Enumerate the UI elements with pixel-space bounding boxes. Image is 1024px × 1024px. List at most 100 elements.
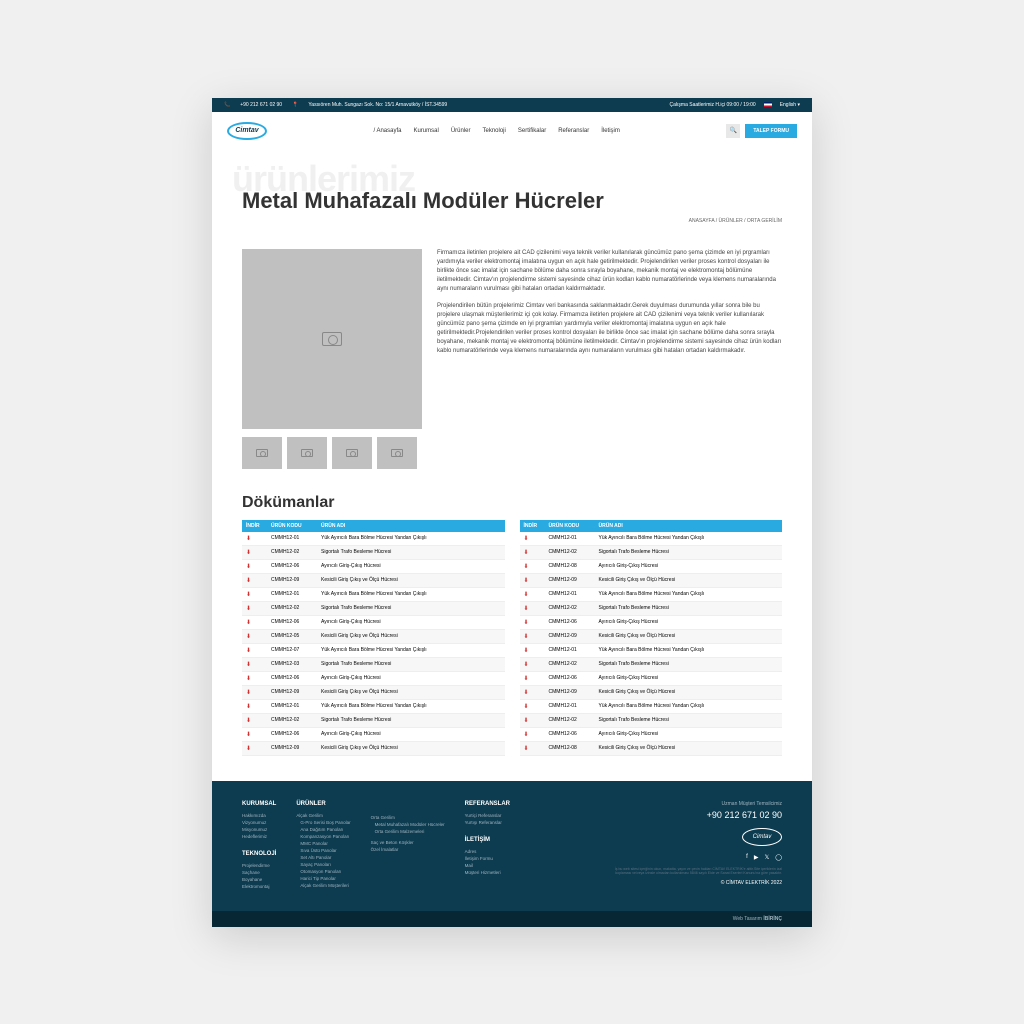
web-by-name[interactable]: İBİRİNÇ: [763, 916, 782, 922]
logo[interactable]: Cimtav: [227, 122, 267, 140]
footer-link[interactable]: Hedeflerimiz: [242, 834, 276, 839]
pdf-download[interactable]: ⬇: [520, 574, 545, 587]
footer-link[interactable]: Ana Dağıtım Panoları: [300, 827, 350, 832]
pdf-download[interactable]: ⬇: [242, 532, 267, 545]
pdf-download[interactable]: ⬇: [520, 686, 545, 699]
pdf-download[interactable]: ⬇: [242, 546, 267, 559]
pdf-download[interactable]: ⬇: [242, 686, 267, 699]
main-image[interactable]: [242, 249, 422, 429]
nav-sertifikalar[interactable]: Sertifikalar: [518, 128, 546, 134]
pdf-download[interactable]: ⬇: [242, 588, 267, 601]
footer-link[interactable]: Saçhane: [242, 870, 276, 875]
pdf-download[interactable]: ⬇: [520, 560, 545, 573]
footer-link[interactable]: Elektromontaj: [242, 884, 276, 889]
product-code: CMMH12-01: [545, 644, 595, 657]
nav-teknoloji[interactable]: Teknoloji: [483, 128, 506, 134]
pdf-download[interactable]: ⬇: [242, 630, 267, 643]
nav-referanslar[interactable]: Referanslar: [558, 128, 589, 134]
footer-link[interactable]: Yurtışı Referanslar: [465, 820, 510, 825]
nav-iletisim[interactable]: İletişim: [601, 128, 620, 134]
footer-link[interactable]: Saç ve Beton Köşkler: [371, 840, 445, 845]
pdf-download[interactable]: ⬇: [242, 658, 267, 671]
pdf-download[interactable]: ⬇: [242, 616, 267, 629]
pdf-download[interactable]: ⬇: [520, 644, 545, 657]
pdf-download[interactable]: ⬇: [242, 672, 267, 685]
pdf-download[interactable]: ⬇: [242, 602, 267, 615]
footer-link[interactable]: Adres: [465, 849, 510, 854]
pdf-download[interactable]: ⬇: [520, 742, 545, 755]
product-code: CMMH12-02: [545, 714, 595, 727]
thumb-1[interactable]: [242, 437, 282, 469]
pdf-icon: ⬇: [524, 662, 529, 668]
pdf-download[interactable]: ⬇: [520, 602, 545, 615]
footer-link[interactable]: Otomasyon Panoları: [300, 869, 350, 874]
footer-link[interactable]: Projelendirme: [242, 863, 276, 868]
footer-link[interactable]: G-Pro Serisi Boş Panolar: [300, 820, 350, 825]
footer-link[interactable]: Mail: [465, 863, 510, 868]
footer-h-urunler: ÜRÜNLER: [296, 801, 350, 807]
pdf-download[interactable]: ⬇: [520, 672, 545, 685]
footer-link[interactable]: Sayaç Panoları: [300, 862, 350, 867]
footer-link[interactable]: Metal Muhafazalı Modüler Hücreler: [375, 822, 445, 827]
footer-link[interactable]: Vizyonumuz: [242, 820, 276, 825]
talep-formu-button[interactable]: TALEP FORMU: [745, 124, 797, 138]
pdf-download[interactable]: ⬇: [520, 714, 545, 727]
pdf-download[interactable]: ⬇: [242, 574, 267, 587]
footer-link[interactable]: Alçak Gerilim Müşterileri: [300, 883, 350, 888]
pdf-download[interactable]: ⬇: [520, 700, 545, 713]
nav-kurumsal[interactable]: Kurumsal: [413, 128, 438, 134]
pdf-download[interactable]: ⬇: [242, 714, 267, 727]
footer-link[interactable]: Harici Tip Panolar: [300, 876, 350, 881]
search-button[interactable]: 🔍: [726, 124, 740, 138]
footer-link[interactable]: İletişim Formu: [465, 856, 510, 861]
pdf-download[interactable]: ⬇: [520, 532, 545, 545]
footer-link[interactable]: Alçak Gerilim: [296, 813, 350, 818]
main-nav: / Anasayfa Kurumsal Ürünler Teknoloji Se…: [373, 128, 619, 134]
footer-link[interactable]: Sıva Üstü Panolar: [300, 848, 350, 853]
nav-urunler[interactable]: Ürünler: [451, 128, 471, 134]
thumb-2[interactable]: [287, 437, 327, 469]
pdf-download[interactable]: ⬇: [520, 616, 545, 629]
product-name: Kesicili Giriş Çıkış ve Ölçü Hücresi: [595, 630, 783, 643]
product-code: CMMH12-07: [267, 644, 317, 657]
facebook-icon[interactable]: f: [746, 854, 748, 861]
instagram-icon[interactable]: ◯: [775, 854, 782, 861]
footer-link[interactable]: Kompanzasyon Panoları: [300, 834, 350, 839]
pdf-icon: ⬇: [246, 718, 251, 724]
pdf-download[interactable]: ⬇: [242, 560, 267, 573]
camera-icon: [256, 449, 268, 457]
youtube-icon[interactable]: ▶: [754, 854, 759, 861]
product-name: Ayırıcılı Giriş-Çıkış Hücresi: [595, 672, 783, 685]
pdf-download[interactable]: ⬇: [242, 728, 267, 741]
lang-select[interactable]: English ▾: [780, 102, 800, 108]
footer-link[interactable]: Set Altı Panolar: [300, 855, 350, 860]
footer-link[interactable]: Orta Gerilim Malzemeleri: [375, 829, 445, 834]
footer-link[interactable]: Misyonumuz: [242, 827, 276, 832]
footer-link[interactable]: Özel İmalatlar: [371, 847, 445, 852]
twitter-icon[interactable]: 𝕏: [764, 854, 769, 861]
footer-link[interactable]: Müşteri Hizmetleri: [465, 870, 510, 875]
footer-link[interactable]: Boyahane: [242, 877, 276, 882]
pdf-download[interactable]: ⬇: [242, 742, 267, 755]
pdf-download[interactable]: ⬇: [520, 588, 545, 601]
pdf-download[interactable]: ⬇: [520, 728, 545, 741]
footer-link[interactable]: MMC Panolar: [300, 841, 350, 846]
breadcrumb-home[interactable]: ANASAYFA /: [689, 218, 718, 224]
pdf-download[interactable]: ⬇: [520, 546, 545, 559]
product-code: CMMH12-08: [545, 742, 595, 755]
camera-icon: [301, 449, 313, 457]
footer-link[interactable]: Yurtiçi Referanslar: [465, 813, 510, 818]
pdf-download[interactable]: ⬇: [520, 658, 545, 671]
pdf-download[interactable]: ⬇: [242, 700, 267, 713]
pdf-download[interactable]: ⬇: [520, 630, 545, 643]
thumb-3[interactable]: [332, 437, 372, 469]
footer-phone[interactable]: +90 212 671 02 90: [602, 810, 782, 820]
table-row: ⬇CMMH12-02Sigortalı Trafo Besleme Hücres…: [520, 714, 783, 728]
breadcrumb-urunler[interactable]: ÜRÜNLER /: [719, 218, 746, 224]
pdf-download[interactable]: ⬇: [242, 644, 267, 657]
thumb-4[interactable]: [377, 437, 417, 469]
nav-anasayfa[interactable]: / Anasayfa: [373, 128, 401, 134]
camera-icon: [346, 449, 358, 457]
footer-link[interactable]: Hakkımızda: [242, 813, 276, 818]
footer-link[interactable]: Orta Gerilim: [371, 815, 445, 820]
